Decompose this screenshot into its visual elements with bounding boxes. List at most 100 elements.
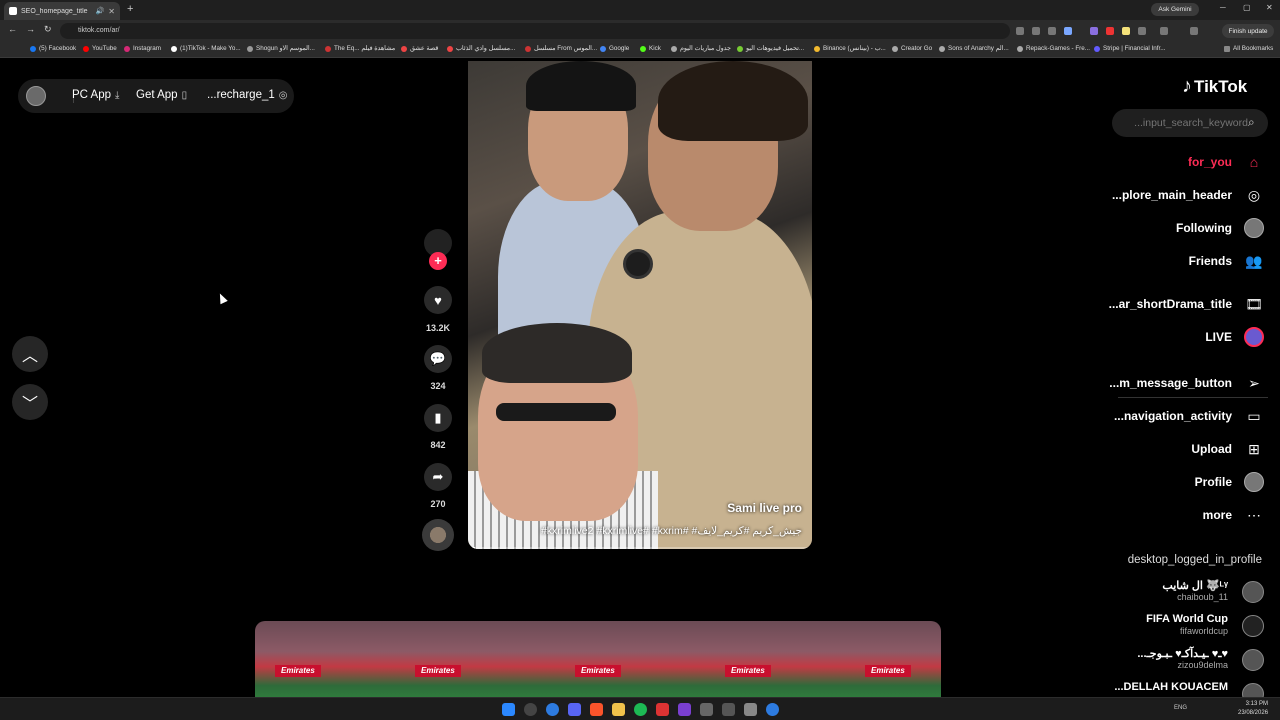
bookmark-item[interactable]: جدول مباريات اليوم	[671, 45, 731, 52]
close-tab-icon[interactable]: ✕	[108, 7, 115, 16]
bookmark-item[interactable]: (5) Facebook	[30, 45, 76, 52]
search-icon[interactable]: ⌕	[1248, 115, 1255, 130]
video-player[interactable]: Sami live pro #kxrimlive2 #kxrimlive# #k…	[468, 61, 812, 549]
all-bookmarks[interactable]: All Bookmarks	[1224, 45, 1273, 52]
bookmark-item[interactable]: Repack-Games - Fre...	[1017, 45, 1090, 52]
bookmark-item[interactable]: تحميل فيديوهات اليو...	[737, 45, 804, 52]
video-author[interactable]: Sami live pro	[727, 501, 802, 515]
following-account[interactable]: ال شايب 🐺ᴸᵞ chaiboub_11	[1072, 579, 1272, 607]
extension-icon[interactable]	[1122, 27, 1130, 35]
bookmark-item[interactable]: Creator Go	[892, 45, 932, 52]
bookmark-item[interactable]: YouTube	[83, 45, 117, 52]
app-icon[interactable]	[744, 703, 757, 716]
back-icon[interactable]: ←	[8, 24, 17, 34]
star-icon[interactable]	[1064, 27, 1072, 35]
close-window-icon[interactable]: ✕	[1266, 3, 1273, 12]
like-count: 13.2K	[425, 323, 451, 333]
following-account[interactable]: ...DELLAH KOUACEM	[1072, 681, 1272, 705]
save-button[interactable]: ▮	[424, 404, 452, 432]
bookmark-item[interactable]: Instagram	[124, 45, 161, 52]
nav-activity[interactable]: ...navigation_activity ▭	[1114, 406, 1264, 426]
discord-icon[interactable]	[568, 703, 581, 716]
search-icon[interactable]	[524, 703, 537, 716]
avatar[interactable]	[26, 86, 46, 106]
nav-profile[interactable]: Profile	[1195, 472, 1264, 492]
forward-icon[interactable]: →	[26, 24, 35, 34]
bookmark-item[interactable]: مسلسل وادي الذئاب...	[447, 45, 515, 52]
follow-plus-icon[interactable]: +	[429, 252, 447, 270]
app-icon[interactable]	[722, 703, 735, 716]
bookmark-item[interactable]: Binance (بينانس) - ب...	[814, 45, 886, 52]
nav-live[interactable]: LIVE	[1205, 327, 1264, 347]
brave-icon[interactable]	[590, 703, 603, 716]
bookmark-icon	[671, 45, 677, 52]
following-account[interactable]: FIFA World Cup fifaworldcup	[1072, 613, 1272, 641]
get-app-button[interactable]: Get App ▯	[136, 89, 187, 101]
nav-friends[interactable]: Friends 👥	[1189, 251, 1264, 271]
bookmark-icon	[247, 45, 253, 52]
finish-update-button[interactable]: Finish update	[1222, 24, 1274, 38]
new-tab-button[interactable]: +	[127, 3, 133, 15]
next-video-preview[interactable]: Emirates Emirates Emirates Emirates Emir…	[255, 621, 941, 697]
app-icon[interactable]	[678, 703, 691, 716]
nav-more[interactable]: more ⋯	[1203, 505, 1264, 525]
address-bar[interactable]: tiktok.com/ar/	[60, 23, 1010, 39]
nav-upload[interactable]: Upload ⊞	[1191, 439, 1264, 459]
nav-short-drama[interactable]: ...ar_shortDrama_title 🎞	[1109, 294, 1264, 314]
video-caption[interactable]: #kxrimlive2 #kxrimlive# #kxrim# #جيش_كري…	[541, 525, 802, 537]
zoom-icon[interactable]	[1048, 27, 1056, 35]
video-progress-bar[interactable]	[468, 547, 812, 549]
next-video-button[interactable]: ﹀	[12, 384, 48, 420]
chrome-icon[interactable]	[546, 703, 559, 716]
app-icon[interactable]	[656, 703, 669, 716]
bookmark-item[interactable]: (1)TikTok - Make Yo...	[171, 45, 241, 52]
search-input[interactable]	[1122, 109, 1248, 137]
extension-icon[interactable]	[1016, 27, 1024, 35]
system-clock[interactable]: 3:13 PM 23/08/2026	[1238, 700, 1268, 718]
bookmark-item[interactable]: Google	[600, 45, 629, 52]
pc-app-button[interactable]: PC App ⤓	[72, 89, 119, 101]
minimize-icon[interactable]: ─	[1220, 3, 1226, 12]
recharge-button[interactable]: ...recharge_1 ◎	[207, 89, 288, 101]
extension-icon[interactable]	[1032, 27, 1040, 35]
steam-icon[interactable]	[700, 703, 713, 716]
following-account[interactable]: ...ـ♥ ـيـدآكـ♥ ـبـوجـ♥ zizou9delma	[1072, 647, 1272, 675]
bookmark-item[interactable]: Stripe | Financial Infr...	[1094, 45, 1166, 52]
avatar	[1244, 218, 1264, 238]
extension-icon[interactable]	[1090, 27, 1098, 35]
like-button[interactable]: ♥	[424, 286, 452, 314]
extension-icon[interactable]	[1138, 27, 1146, 35]
language-indicator[interactable]: ENG	[1174, 705, 1187, 711]
chrome-icon[interactable]	[766, 703, 779, 716]
bookmark-item[interactable]: Kick	[640, 45, 661, 52]
ask-gemini-button[interactable]: Ask Gemini	[1151, 3, 1199, 16]
bookmark-item[interactable]: مسلسل From الموس...	[525, 45, 597, 52]
tiktok-logo[interactable]: ♪ TikTok	[1182, 75, 1247, 98]
bookmark-item[interactable]: Shogun الموسم الاو...	[247, 45, 315, 52]
nav-following[interactable]: Following	[1176, 218, 1264, 238]
previous-video-button[interactable]: ︿	[12, 336, 48, 372]
nav-messages[interactable]: ...m_message_button ➢	[1109, 373, 1264, 393]
bookmark-icon: ▮	[434, 410, 442, 425]
windows-start-icon[interactable]	[502, 703, 515, 716]
folder-icon[interactable]	[612, 703, 625, 716]
nav-explore[interactable]: ...plore_main_header ◎	[1112, 185, 1264, 205]
reload-icon[interactable]: ↻	[44, 24, 52, 35]
video-frame-content	[526, 61, 636, 111]
spotify-icon[interactable]	[634, 703, 647, 716]
maximize-icon[interactable]: ▢	[1243, 3, 1251, 12]
speaker-icon[interactable]: 🔊	[96, 7, 105, 15]
share-button[interactable]: ➦	[424, 463, 452, 491]
extension-icon[interactable]	[1106, 27, 1114, 35]
bookmark-item[interactable]: Sons of Anarchy الم...	[939, 45, 1009, 52]
nav-for-you[interactable]: for_you ⌂	[1188, 152, 1264, 172]
music-disc-icon[interactable]	[422, 519, 454, 551]
puzzle-icon[interactable]	[1160, 27, 1168, 35]
comment-button[interactable]: 💬	[424, 345, 452, 373]
avatar	[1242, 615, 1264, 637]
browser-tab[interactable]: SEO_homepage_title 🔊 ✕	[4, 2, 120, 20]
bookmark-item[interactable]: قصة عشق	[401, 45, 438, 52]
bookmark-item[interactable]: The Eq... مشاهدة فيلم	[325, 45, 395, 52]
profile-icon[interactable]	[1190, 27, 1198, 35]
film-icon: 🎞	[1245, 295, 1263, 312]
